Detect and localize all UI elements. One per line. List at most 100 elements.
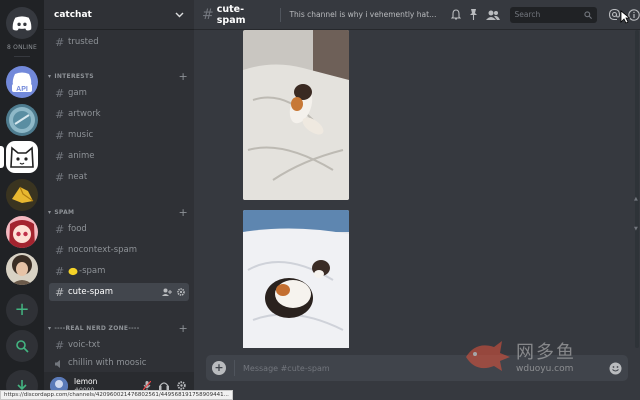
hash-icon: # (202, 6, 214, 23)
cat-photo-image (243, 30, 349, 200)
member-list-button[interactable] (485, 10, 500, 20)
attached-photo-cat-1[interactable] (243, 30, 349, 200)
plus-icon: + (14, 299, 30, 320)
home-button[interactable] (6, 7, 38, 39)
message-input[interactable]: Message #cute-spam (243, 364, 330, 373)
add-channel-icon[interactable]: + (178, 206, 188, 219)
attached-photo-cat-2[interactable] (243, 210, 349, 348)
channel-label: food (68, 224, 87, 234)
add-channel-icon[interactable]: + (178, 322, 188, 335)
hash-icon: # (55, 170, 65, 184)
hash-icon: # (55, 86, 65, 100)
channel-label: trusted (68, 37, 99, 47)
search-placeholder: Search (514, 10, 541, 19)
server-icon-globe[interactable] (6, 104, 38, 136)
hash-icon: # (55, 107, 65, 121)
headphones-icon[interactable] (159, 381, 169, 390)
browser-status-url: https://discordapp.com/channels/42096002… (0, 390, 233, 400)
server-icon-portrait[interactable] (6, 253, 38, 285)
channel-trusted[interactable]: # trusted (49, 33, 189, 51)
channel-label: chillin with moosic (68, 358, 147, 368)
speaker-icon (55, 360, 60, 368)
scroll-up-arrow-icon[interactable]: ▲ (634, 196, 638, 202)
hash-icon: # (55, 149, 65, 163)
pinned-messages-button[interactable] (469, 9, 478, 20)
chevron-down-icon: ▾ (48, 209, 52, 216)
server-name: catchat (54, 9, 92, 20)
channel-label: cute-spam (68, 287, 114, 297)
channel-lemon-spam[interactable]: # -spam (49, 262, 189, 280)
channel-title: cute-spam (216, 3, 246, 26)
add-server-button[interactable]: + (6, 294, 38, 326)
channel-food[interactable]: # food (49, 220, 189, 238)
channel-label: voic-txt (68, 340, 101, 350)
yellow-creature-icon (12, 186, 34, 203)
active-server-indicator (0, 146, 4, 168)
gear-icon[interactable] (177, 288, 185, 296)
channel-label: anime (68, 151, 95, 161)
members-icon (485, 10, 500, 20)
composer-divider (234, 360, 235, 376)
channel-artwork[interactable]: # artwork (49, 105, 189, 123)
scrollbar-track[interactable] (635, 30, 639, 348)
api-server-icon: API (12, 72, 32, 93)
online-count: 8 ONLINE (7, 44, 37, 51)
plus-icon: + (214, 361, 224, 374)
chevron-down-icon (175, 12, 184, 17)
server-icon-anime[interactable] (6, 216, 38, 248)
header-divider (280, 7, 282, 22)
notification-bell-button[interactable] (450, 9, 461, 20)
search-icon (584, 10, 592, 19)
category-interests[interactable]: ▾ INTERESTS + (48, 70, 188, 83)
category-label: SPAM (54, 209, 75, 216)
hash-icon: # (55, 222, 65, 236)
channel-label: neat (68, 172, 88, 182)
channel-topic[interactable]: This channel is why i vehemently hate y.… (289, 10, 438, 19)
message-scrollbar[interactable]: ▲ ▼ (634, 30, 640, 348)
channel-cute-spam[interactable]: # cute-spam (49, 283, 189, 301)
channel-header: # cute-spam This channel is why i veheme… (194, 0, 640, 30)
channel-label: -spam (79, 266, 106, 276)
category-spam[interactable]: ▾ SPAM + (48, 206, 188, 219)
scroll-down-arrow-icon[interactable]: ▼ (634, 226, 638, 232)
channel-gam[interactable]: # gam (49, 84, 189, 102)
channel-anime[interactable]: # anime (49, 147, 189, 165)
channel-music[interactable]: # music (49, 126, 189, 144)
search-input[interactable]: Search (509, 6, 597, 23)
channel-label: nocontext-spam (68, 245, 138, 255)
cat-face-icon (10, 146, 34, 168)
server-icon-api[interactable]: API (6, 66, 38, 98)
search-icon (16, 340, 29, 353)
channel-chillin-with-moosic[interactable]: chillin with moosic (49, 357, 189, 369)
mentions-button[interactable] (609, 9, 620, 20)
explore-servers-button[interactable] (6, 330, 38, 362)
category-label: INTERESTS (54, 73, 94, 80)
user-settings-gear-icon[interactable] (177, 381, 186, 390)
channel-label: music (68, 130, 94, 140)
emoji-picker-icon[interactable] (609, 362, 622, 375)
channel-nocontext-spam[interactable]: # nocontext-spam (49, 241, 189, 259)
watermark: 网多鱼 wduoyu.com (462, 335, 602, 377)
hash-icon: # (55, 264, 65, 278)
upload-button[interactable]: + (212, 361, 226, 375)
svg-text:API: API (16, 86, 28, 93)
hash-icon: # (55, 243, 65, 257)
add-channel-icon[interactable]: + (178, 70, 188, 83)
category-real-nerd-zone[interactable]: ▾ ----REAL NERD ZONE---- + (48, 322, 188, 335)
watermark-cn: 网多鱼 (516, 342, 576, 363)
channel-neat[interactable]: # neat (49, 168, 189, 186)
hash-icon: # (55, 128, 65, 142)
channel-label: gam (68, 88, 87, 98)
anime-girl-icon (9, 220, 35, 248)
channel-voic-txt[interactable]: # voic-txt (49, 336, 189, 354)
cat-photo-image (243, 210, 349, 348)
server-icon-yellow[interactable] (6, 179, 38, 211)
server-icon-catchat[interactable] (6, 141, 38, 173)
invite-members-icon[interactable] (162, 288, 172, 296)
rail-separator (14, 56, 30, 57)
globe-server-icon (9, 107, 35, 133)
message-list[interactable] (194, 30, 634, 348)
chevron-down-icon: ▾ (48, 73, 52, 80)
server-header[interactable]: catchat (44, 0, 194, 30)
at-sign-icon (609, 9, 620, 20)
